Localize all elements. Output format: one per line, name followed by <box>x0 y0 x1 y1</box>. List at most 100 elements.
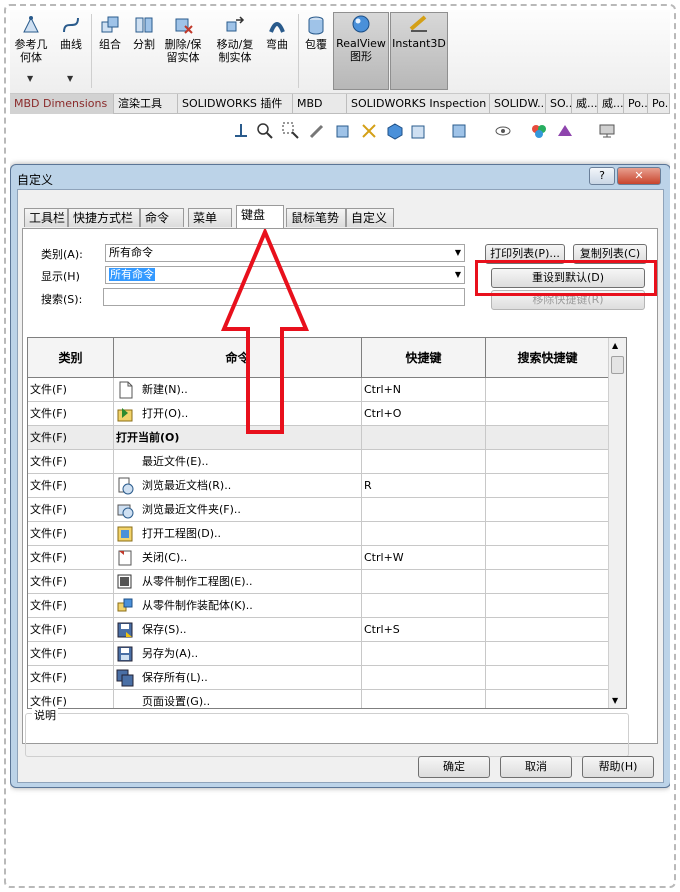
tab-po-2[interactable]: Po... <box>648 94 670 114</box>
previous-view-icon[interactable] <box>308 122 326 140</box>
monitor-icon[interactable] <box>598 122 616 140</box>
tab-shortcut-bars[interactable]: 快捷方式栏 <box>68 208 140 227</box>
table-scrollbar[interactable]: ▲ ▼ <box>608 338 626 708</box>
table-cell-search[interactable] <box>486 642 610 666</box>
table-cell-key[interactable] <box>362 642 486 666</box>
scroll-up-icon[interactable]: ▲ <box>612 341 618 350</box>
instant3d-button[interactable]: Instant3D <box>390 12 448 90</box>
table-cell-key[interactable] <box>362 570 486 594</box>
table-row[interactable]: 文件(F) 浏览最近文件夹(F).. <box>28 498 610 522</box>
command-manager-tabs: MBD Dimensions 渲染工具 SOLIDWORKS 插件 MBD SO… <box>10 94 670 114</box>
tab-customization[interactable]: 自定义 <box>346 208 394 227</box>
table-row[interactable]: 文件(F) 浏览最近文档(R).. R <box>28 474 610 498</box>
table-row[interactable]: 文件(F) 从零件制作装配体(K).. <box>28 594 610 618</box>
open-folder-icon <box>117 408 133 422</box>
table-cell-search[interactable] <box>486 450 610 474</box>
table-cell-search[interactable] <box>486 522 610 546</box>
dynamic-annotation-icon[interactable] <box>360 122 378 140</box>
split-button[interactable]: 分割 <box>128 14 160 51</box>
chevron-down-icon[interactable]: ▼ <box>27 74 33 83</box>
tab-solidworks-inspection[interactable]: SOLIDWORKS Inspection <box>347 94 490 114</box>
table-cell-search[interactable] <box>486 474 610 498</box>
table-cell-key[interactable]: Ctrl+W <box>362 546 486 570</box>
table-cell-key[interactable]: R <box>362 474 486 498</box>
table-group-row[interactable]: 文件(F) 打开当前(O) <box>28 426 610 450</box>
zoom-to-area-icon[interactable] <box>282 122 300 140</box>
table-cell-search[interactable] <box>486 498 610 522</box>
reference-geometry-button[interactable]: 参考几 何体 <box>12 14 50 64</box>
table-cell-search[interactable] <box>486 594 610 618</box>
table-cell-key[interactable] <box>362 498 486 522</box>
combine-button[interactable]: 组合 <box>94 14 126 51</box>
table-row[interactable]: 文件(F) 页面设置(G).. <box>28 690 610 708</box>
zoom-to-fit-icon[interactable] <box>256 122 274 140</box>
curves-button[interactable]: 曲线 <box>54 14 88 51</box>
appearance-icon[interactable] <box>530 122 548 140</box>
table-cell-key[interactable]: Ctrl+O <box>362 402 486 426</box>
scroll-down-icon[interactable]: ▼ <box>612 696 618 705</box>
tab-menus[interactable]: 菜单 <box>188 208 232 227</box>
tab-keyboard[interactable]: 键盘 <box>236 205 284 228</box>
table-cell-key[interactable]: Ctrl+N <box>362 378 486 402</box>
table-cell-key[interactable] <box>362 666 486 690</box>
tab-render-tools[interactable]: 渲染工具 <box>114 94 178 114</box>
view-cube-icon[interactable] <box>386 122 404 140</box>
table-row[interactable]: 文件(F) 保存(S).. Ctrl+S <box>28 618 610 642</box>
close-icon[interactable]: ✕ <box>617 167 661 185</box>
table-cell-key[interactable]: Ctrl+S <box>362 618 486 642</box>
tab-mbd-dimensions[interactable]: MBD Dimensions <box>10 94 114 114</box>
table-cell-search[interactable] <box>486 546 610 570</box>
realview-button[interactable]: RealView 图形 <box>333 12 389 90</box>
table-row[interactable]: 文件(F) 另存为(A).. <box>28 642 610 666</box>
cancel-button[interactable]: 取消 <box>500 756 572 778</box>
chevron-down-icon[interactable]: ▼ <box>67 74 73 83</box>
tab-commands[interactable]: 命令 <box>140 208 184 227</box>
tab-po-1[interactable]: Po... <box>624 94 648 114</box>
table-cell-search[interactable] <box>486 570 610 594</box>
table-cell-search[interactable] <box>486 402 610 426</box>
tab-wei-2[interactable]: 威... <box>598 94 624 114</box>
help-button[interactable]: 帮助(H) <box>582 756 654 778</box>
table-row[interactable]: 文件(F) 打开(O).. Ctrl+O <box>28 402 610 426</box>
column-header-shortcut[interactable]: 快捷键 <box>362 338 486 378</box>
hide-show-icon[interactable] <box>450 122 468 140</box>
table-row[interactable]: 文件(F) 从零件制作工程图(E).. <box>28 570 610 594</box>
table-cell-search[interactable] <box>486 618 610 642</box>
table-cell-key[interactable] <box>362 426 486 450</box>
instant3d-icon <box>409 15 427 32</box>
table-row[interactable]: 文件(F) 新建(N).. Ctrl+N <box>28 378 610 402</box>
table-row[interactable]: 文件(F) 关闭(C).. Ctrl+W <box>28 546 610 570</box>
table-cell-search[interactable] <box>486 426 610 450</box>
table-cell-search[interactable] <box>486 378 610 402</box>
delete-keep-body-button[interactable]: 删除/保 留实体 <box>160 14 206 64</box>
table-cell-key[interactable] <box>362 690 486 708</box>
table-cell-key[interactable] <box>362 522 486 546</box>
move-copy-body-button[interactable]: 移动/复 制实体 <box>212 14 258 64</box>
table-cell-search[interactable] <box>486 666 610 690</box>
table-row[interactable]: 文件(F) 打开工程图(D).. <box>28 522 610 546</box>
scene-icon[interactable] <box>556 122 574 140</box>
view-orientation-icon[interactable] <box>232 122 250 140</box>
table-row[interactable]: 文件(F) 保存所有(L).. <box>28 666 610 690</box>
wrap-button[interactable]: 包覆 <box>300 14 332 51</box>
scroll-thumb[interactable] <box>611 356 624 374</box>
ok-button[interactable]: 确定 <box>418 756 490 778</box>
tab-solidworks-more[interactable]: SOLIDW... <box>490 94 546 114</box>
flex-button[interactable]: 弯曲 <box>262 14 292 51</box>
section-view-icon[interactable] <box>334 122 352 140</box>
eye-icon[interactable] <box>494 122 512 140</box>
tab-so[interactable]: SO... <box>546 94 572 114</box>
tab-mouse-gestures[interactable]: 鼠标笔势 <box>286 208 346 227</box>
table-cell-key[interactable] <box>362 450 486 474</box>
column-header-category[interactable]: 类别 <box>28 338 114 378</box>
tab-wei-1[interactable]: 威... <box>572 94 598 114</box>
table-cell-search[interactable] <box>486 690 610 708</box>
title-help-button[interactable]: ? <box>589 167 615 185</box>
table-cell-key[interactable] <box>362 594 486 618</box>
column-header-search-shortcut[interactable]: 搜索快捷键 <box>486 338 610 378</box>
display-style-icon[interactable] <box>410 122 428 140</box>
tab-mbd[interactable]: MBD <box>293 94 347 114</box>
tab-solidworks-addins[interactable]: SOLIDWORKS 插件 <box>178 94 293 114</box>
table-row[interactable]: 文件(F) 最近文件(E).. <box>28 450 610 474</box>
tab-toolbars[interactable]: 工具栏 <box>24 208 68 227</box>
